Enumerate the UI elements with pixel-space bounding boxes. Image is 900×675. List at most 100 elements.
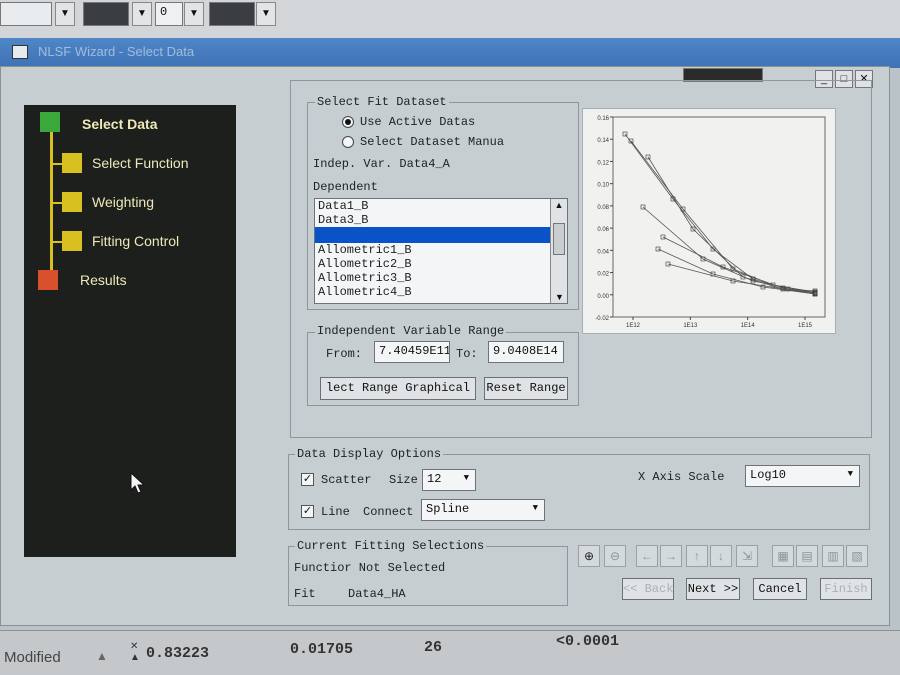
step-select-function-icon <box>62 153 82 173</box>
toolbar-field-1[interactable] <box>0 2 52 26</box>
zoom-in-icon[interactable]: ⊕ <box>578 545 600 567</box>
list-item-selected[interactable] <box>315 227 567 243</box>
pan-up-icon[interactable]: ↑ <box>686 545 708 567</box>
finish-button[interactable]: Finish <box>820 578 872 600</box>
list-item[interactable]: Allometric4_B <box>315 285 567 299</box>
chevron-down-icon: ▼ <box>463 473 469 483</box>
chevron-down-icon: ▼ <box>532 503 538 513</box>
graph-tool-4-icon[interactable]: ▧ <box>846 545 868 567</box>
reset-range-button[interactable]: Reset Range <box>484 377 568 400</box>
curve-line <box>647 156 816 294</box>
current-fit-label: Fit <box>294 587 316 601</box>
range-from-input[interactable]: 7.40459E11 <box>374 341 450 363</box>
independent-range-title: Independent Variable Range <box>315 324 507 338</box>
y-tick-label: 0.06 <box>597 227 609 233</box>
dependent-listbox[interactable]: Data1_B Data3_B Allometric1_B Allometric2_B… <box>314 198 568 304</box>
wizard-connector-line <box>50 125 53 285</box>
y-tick-label: 0.04 <box>597 249 609 255</box>
curve-line <box>624 133 816 292</box>
graph-tool-3-icon[interactable]: ▥ <box>822 545 844 567</box>
y-tick-label: 0.12 <box>597 160 609 166</box>
y-tick-label: 0.00 <box>597 294 609 300</box>
current-fitting-selections-title: Current Fitting Selections <box>295 539 487 553</box>
toolbar-color-box-1[interactable] <box>83 2 129 26</box>
current-fitting-selections-group <box>288 546 568 606</box>
radio-select-manually-label: Select Dataset Manua <box>360 135 505 149</box>
status-bar: Modified ▲ ✕ ▲ 0.83223 0.01705 26 <0.0001 <box>0 630 900 675</box>
x-axis-scale-label: X Axis Scale <box>638 470 725 484</box>
toolbar-dropdown-4-chevron-down-icon[interactable]: ▼ <box>256 2 276 26</box>
app-icon <box>12 45 28 59</box>
status-value-2: 0.01705 <box>290 641 354 658</box>
range-from-label: From: <box>326 347 363 361</box>
pan-left-icon[interactable]: ← <box>636 545 658 567</box>
status-mode: Modified <box>4 649 61 666</box>
range-to-input[interactable]: 9.0408E14 <box>488 341 564 363</box>
window-title-bar: NLSF Wizard - Select Data <box>0 38 900 68</box>
preview-graph[interactable]: 0.16 0.14 0.12 0.10 0.08 0.06 0.04 0.02 0.00 -0.0… <box>582 108 836 334</box>
data-display-options-title: Data Display Options <box>295 447 444 461</box>
cancel-button[interactable]: Cancel <box>753 578 807 600</box>
graph-tool-2-icon[interactable]: ▤ <box>796 545 818 567</box>
radio-use-active-label: Use Active Datas <box>360 115 476 129</box>
list-item[interactable]: Allometric1_B <box>315 243 567 257</box>
y-tick-label: 0.16 <box>597 116 609 122</box>
radio-select-manually[interactable] <box>342 136 354 148</box>
scatter-label: Scatter <box>321 473 372 487</box>
step-select-function[interactable]: Select Function <box>92 155 189 171</box>
pan-right-icon[interactable]: → <box>660 545 682 567</box>
status-close-icon[interactable]: ✕ ▲ <box>130 641 142 663</box>
list-item[interactable]: Data3_B <box>315 213 567 227</box>
step-results-icon <box>38 270 58 290</box>
line-checkbox[interactable]: ✓ <box>301 505 314 518</box>
x-tick-label: 1E15 <box>798 323 813 329</box>
step-select-data-icon <box>40 112 60 132</box>
scroll-thumb[interactable] <box>553 223 565 255</box>
scroll-up-icon[interactable]: ▲ <box>551 199 567 211</box>
step-fitting-control-icon <box>62 231 82 251</box>
next-button[interactable]: Next >> <box>686 578 740 600</box>
toolbar-dropdown-1-chevron-down-icon[interactable]: ▼ <box>55 2 75 26</box>
x-tick-label: 1E12 <box>626 323 641 329</box>
step-select-data[interactable]: Select Data <box>82 116 157 132</box>
mouse-cursor-icon <box>130 472 146 494</box>
back-button[interactable]: << Back <box>622 578 674 600</box>
list-item[interactable]: Allometric3_B <box>315 271 567 285</box>
status-caret-icon: ▲ <box>96 649 108 663</box>
range-to-label: To: <box>456 347 478 361</box>
toolbar-dropdown-2-chevron-down-icon[interactable]: ▼ <box>132 2 152 26</box>
listbox-scrollbar[interactable]: ▲ ▼ <box>550 199 567 303</box>
pan-down-icon[interactable]: ↓ <box>710 545 732 567</box>
y-tick-label: 0.10 <box>597 183 609 189</box>
plot-frame <box>612 116 826 318</box>
connect-select[interactable]: Spline ▼ <box>421 499 545 521</box>
rescale-icon[interactable]: ⇲ <box>736 545 758 567</box>
y-tick-label: 0.08 <box>597 205 609 211</box>
chevron-down-icon: ▼ <box>847 469 853 479</box>
select-fit-dataset-title: Select Fit Dataset <box>315 95 449 109</box>
toolbar-spin-field[interactable]: 0 <box>155 2 183 26</box>
window-title: NLSF Wizard - Select Data <box>38 44 195 59</box>
list-item[interactable]: Allometric2_B <box>315 257 567 271</box>
scroll-down-icon[interactable]: ▼ <box>551 291 568 303</box>
step-results[interactable]: Results <box>80 272 127 288</box>
connect-label: Connect <box>363 505 414 519</box>
status-value-4: <0.0001 <box>556 633 620 650</box>
toolbar-dropdown-3-chevron-down-icon[interactable]: ▼ <box>184 2 204 26</box>
radio-use-active-dataset[interactable] <box>342 116 354 128</box>
scatter-checkbox[interactable]: ✓ <box>301 473 314 486</box>
current-function-text: Functior Not Selected <box>294 561 446 575</box>
current-fit-value: Data4_HA <box>348 587 406 601</box>
toolbar-color-box-2[interactable] <box>209 2 255 26</box>
graph-tool-1-icon[interactable]: ▦ <box>772 545 794 567</box>
step-fitting-control[interactable]: Fitting Control <box>92 233 179 249</box>
list-item[interactable]: Data1_B <box>315 199 567 213</box>
curve-line <box>662 236 816 294</box>
size-select[interactable]: 12 ▼ <box>422 469 476 491</box>
x-axis-scale-select[interactable]: Log10 ▼ <box>745 465 860 487</box>
step-weighting[interactable]: Weighting <box>92 194 154 210</box>
zoom-out-icon[interactable]: ⊖ <box>604 545 626 567</box>
select-range-graphically-button[interactable]: lect Range Graphical <box>320 377 476 400</box>
dependent-label: Dependent <box>313 180 378 194</box>
line-label: Line <box>321 505 350 519</box>
